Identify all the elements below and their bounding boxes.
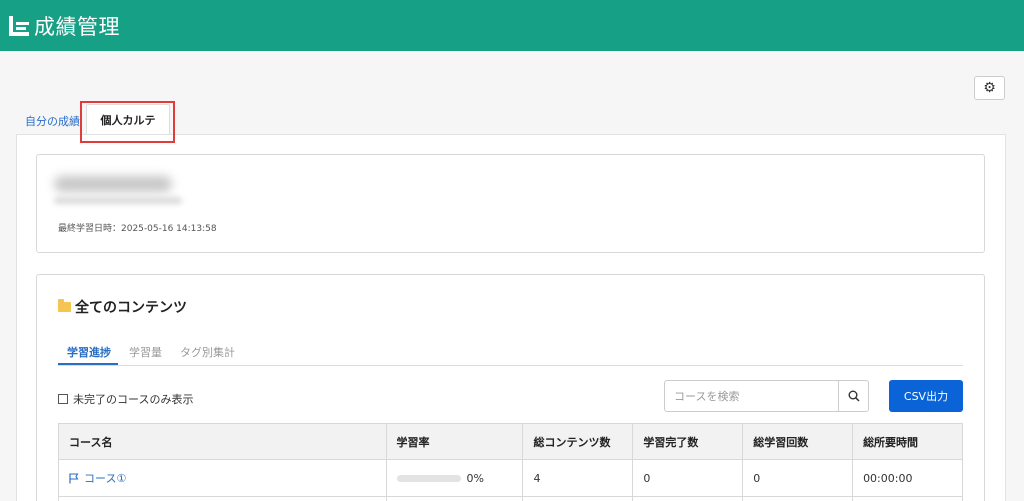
incomplete-only-label: 未完了のコースのみ表示 (73, 393, 194, 406)
course-name: コース① (84, 472, 127, 485)
gear-icon: ⚙ (983, 80, 996, 96)
table-header-row: コース名 学習率 総コンテンツ数 学習完了数 総学習回数 総所要時間 (58, 423, 963, 460)
logo-icon (8, 15, 30, 37)
highlight-annotation (80, 101, 175, 143)
incomplete-only-filter[interactable]: 未完了のコースのみ表示 (58, 391, 193, 407)
table-row: コース① 0% 4 0 0 00:00:00 (58, 459, 963, 497)
completed-count-cell: 0 (632, 459, 744, 497)
course-search-input[interactable] (664, 380, 839, 412)
subtab-divider (58, 365, 963, 366)
last-study-datetime: 最終学習日時：2025-05-16 14:13:58 (58, 224, 217, 234)
course-progress-table: コース名 学習率 総コンテンツ数 学習完了数 総学習回数 総所要時間 コース① (58, 423, 963, 501)
progress-percent: 0% (466, 471, 484, 485)
subtab-volume[interactable]: 学習量 (129, 344, 162, 360)
user-email-blurred (54, 197, 182, 204)
col-total-attempts[interactable]: 総学習回数 (742, 423, 854, 460)
total-duration-cell: 00:00:00 (852, 459, 963, 497)
col-total-contents[interactable]: 総コンテンツ数 (522, 423, 634, 460)
app-title: 成績管理 (34, 14, 120, 39)
section-title: 全てのコンテンツ (58, 297, 187, 317)
section-title-text: 全てのコンテンツ (75, 300, 187, 316)
csv-export-label: CSV出力 (903, 390, 949, 403)
search-button[interactable] (838, 380, 869, 412)
csv-export-button[interactable]: CSV出力 (889, 380, 963, 412)
progress-bar (396, 474, 461, 482)
incomplete-only-checkbox[interactable] (58, 394, 68, 404)
tab-own-results[interactable]: 自分の成績 (25, 113, 80, 129)
progress-indicator: 0% (396, 471, 523, 485)
col-course-name[interactable]: コース名 (58, 423, 387, 460)
subtab-progress[interactable]: 学習進捗 (67, 344, 111, 360)
col-progress-rate[interactable]: 学習率 (385, 423, 524, 460)
table-row (58, 496, 963, 501)
total-attempts-cell: 0 (742, 459, 854, 497)
search-icon (848, 390, 860, 402)
app-header: 成績管理 (0, 0, 1024, 51)
user-name-blurred (54, 176, 172, 192)
col-completed-count[interactable]: 学習完了数 (632, 423, 744, 460)
subtab-tag-summary[interactable]: タグ別集計 (180, 344, 235, 360)
col-total-duration[interactable]: 総所要時間 (852, 423, 963, 460)
total-contents-cell: 4 (522, 459, 634, 497)
folder-icon (58, 299, 71, 312)
flag-icon (69, 472, 79, 483)
settings-button[interactable]: ⚙ (974, 76, 1005, 100)
course-link[interactable]: コース① (69, 470, 386, 486)
